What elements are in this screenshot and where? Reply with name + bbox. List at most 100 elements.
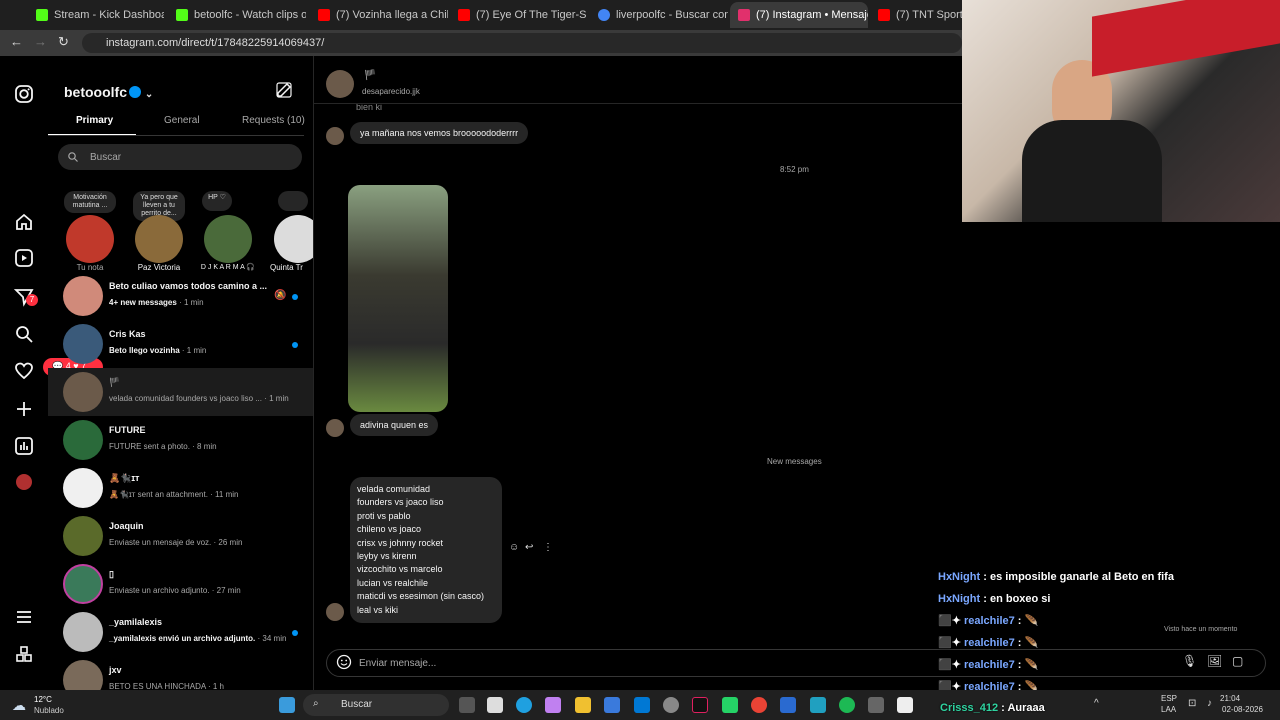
emoji-icon[interactable] xyxy=(336,654,352,670)
stream-chat-line: ⬛✦ realchile7 : 🪶 xyxy=(938,659,1039,671)
message-bubble[interactable]: ya mañana nos vemos brooooododerrrr xyxy=(350,122,529,144)
volume-icon[interactable]: ♪ xyxy=(1207,698,1212,709)
browser-tab[interactable]: liverpoolfc - Buscar con G× xyxy=(590,2,728,28)
clock-date: 02-08-2026 xyxy=(1222,705,1263,714)
message-bubble[interactable]: velada comunidad founders vs joaco liso … xyxy=(350,477,502,624)
search-icon[interactable] xyxy=(14,324,34,344)
list-item[interactable]: Joaquin Enviaste un mensaje de voz. · 26… xyxy=(48,512,313,560)
reload-icon[interactable]: ↻ xyxy=(58,34,69,50)
avatar xyxy=(66,215,114,263)
browser-tab-active[interactable]: (7) Instagram • Mensajes× xyxy=(730,2,868,28)
store-icon[interactable] xyxy=(604,697,620,713)
react-icon[interactable]: ☺ xyxy=(509,542,519,553)
edge-icon[interactable] xyxy=(516,697,532,713)
avatar xyxy=(63,372,103,412)
message-bubble[interactable]: adivina quuen es xyxy=(350,414,439,436)
task-view-icon[interactable] xyxy=(459,697,475,713)
seen-status: Visto hace un momento xyxy=(1164,626,1238,633)
active-tab-underline xyxy=(48,134,136,135)
whatsapp-icon[interactable] xyxy=(722,697,738,713)
youtube-icon xyxy=(878,9,890,21)
messages-badge: 7 xyxy=(26,294,38,306)
chat-handle: desaparecido.jjk xyxy=(362,87,420,96)
streamer-body xyxy=(1022,120,1162,222)
tiktok-icon[interactable] xyxy=(692,697,708,713)
tab-primary[interactable]: Primary xyxy=(76,115,113,126)
avatar xyxy=(63,468,103,508)
list-item[interactable]: FUTURE FUTURE sent a photo. · 8 min xyxy=(48,416,313,464)
search-input[interactable]: Buscar xyxy=(58,144,302,170)
chat-title[interactable]: 🏴 xyxy=(364,70,376,81)
copilot-icon[interactable] xyxy=(545,697,561,713)
avatar xyxy=(135,215,183,263)
url-field[interactable]: instagram.com/direct/t/17848225914069437… xyxy=(82,33,962,53)
list-item[interactable]: ▯ Enviaste un archivo adjunto. · 27 min xyxy=(48,560,313,608)
browser-tab[interactable]: (7) Vozinha llega a Chile: I× xyxy=(310,2,448,28)
browser-tab[interactable]: Stream - Kick Dashboard× xyxy=(28,2,164,28)
kick-icon xyxy=(36,9,48,21)
list-item[interactable]: _yamilalexis _yamilalexis envió un archi… xyxy=(48,608,313,656)
scarf-banner xyxy=(1092,0,1280,77)
unread-dot xyxy=(292,294,298,300)
file-explorer-icon[interactable] xyxy=(575,697,591,713)
dashboard-icon[interactable] xyxy=(14,436,34,456)
app-icon[interactable] xyxy=(780,697,796,713)
tab-requests[interactable]: Requests (10) xyxy=(242,115,305,126)
list-item-selected[interactable]: 🏴 velada comunidad founders vs joaco lis… xyxy=(48,368,313,416)
app-icon[interactable] xyxy=(868,697,884,713)
home-icon[interactable] xyxy=(14,212,34,232)
more-icon[interactable] xyxy=(14,644,34,664)
avatar xyxy=(204,215,252,263)
browser-tab[interactable]: (7) Eye Of The Tiger-S× xyxy=(450,2,586,28)
tab-general[interactable]: General xyxy=(164,115,200,126)
app-icon[interactable] xyxy=(897,697,913,713)
notifications-icon[interactable] xyxy=(14,361,34,381)
start-icon[interactable] xyxy=(279,697,295,713)
network-icon[interactable]: ⊡ xyxy=(1188,698,1196,709)
list-item[interactable]: jxv BETO ES UNA HINCHADA · 1 h xyxy=(48,656,313,690)
note-name: Paz Victoria xyxy=(137,263,181,272)
profile-icon[interactable] xyxy=(16,474,32,490)
compose-icon[interactable] xyxy=(276,82,292,98)
youtube-icon xyxy=(458,9,470,21)
account-switcher[interactable]: betooolfc ⌄ xyxy=(64,84,153,100)
taskbar-search[interactable]: Buscar xyxy=(303,694,449,716)
list-item[interactable]: Cris Kas Beto llego vozinha · 1 min xyxy=(48,320,313,368)
app-icon[interactable] xyxy=(487,697,503,713)
message-input[interactable]: Enviar mensaje... xyxy=(326,649,1266,677)
new-messages-divider: New messages xyxy=(767,457,822,466)
youtube-icon xyxy=(318,9,330,21)
note-bubble: HP ♡ xyxy=(202,191,232,211)
list-item[interactable]: 🧸🐈‍⬛ɪᴛ 🧸🐈‍⬛ɪᴛ sent an attachment. · 11 m… xyxy=(48,464,313,512)
note-bubble xyxy=(278,191,308,211)
app-icon[interactable] xyxy=(810,697,826,713)
message-partial: bien ki xyxy=(356,104,383,111)
forward-icon[interactable]: → xyxy=(34,34,47,49)
list-item[interactable]: Beto culiao vamos todos camino a ... 4+ … xyxy=(48,272,313,320)
google-icon xyxy=(598,9,610,21)
spotify-icon[interactable] xyxy=(839,697,855,713)
menu-icon[interactable] xyxy=(14,607,34,627)
back-icon[interactable]: ← xyxy=(10,34,23,49)
reels-icon[interactable] xyxy=(14,248,34,268)
instagram-logo-icon[interactable] xyxy=(14,84,34,104)
settings-icon[interactable] xyxy=(663,697,679,713)
create-icon[interactable] xyxy=(14,399,34,419)
avatar[interactable] xyxy=(326,70,354,98)
note-name: Tu nota xyxy=(76,263,104,272)
browser-tab[interactable]: betoolfc - Watch clips on Ki× xyxy=(168,2,306,28)
clock-time[interactable]: 21:04 xyxy=(1220,694,1240,703)
browser-tab[interactable]: (7) TNT Sports Repl xyxy=(870,2,962,28)
sticker-icon[interactable]: ▢ xyxy=(1232,654,1243,668)
tray-chevron-icon[interactable]: ^ xyxy=(1094,698,1099,709)
more-options-icon[interactable]: ⋮ xyxy=(543,542,553,553)
microphone-icon[interactable]: 🎙 xyxy=(1182,654,1197,668)
photo-message[interactable] xyxy=(348,185,448,412)
weather-temp[interactable]: 12°C xyxy=(34,695,52,704)
chrome-icon[interactable] xyxy=(751,697,767,713)
image-icon[interactable]: 🖼 xyxy=(1207,654,1222,668)
webcam-overlay xyxy=(962,0,1280,222)
language-indicator[interactable]: ESP xyxy=(1161,694,1177,703)
outlook-icon[interactable] xyxy=(634,697,650,713)
reply-icon[interactable]: ↩ xyxy=(525,542,533,553)
